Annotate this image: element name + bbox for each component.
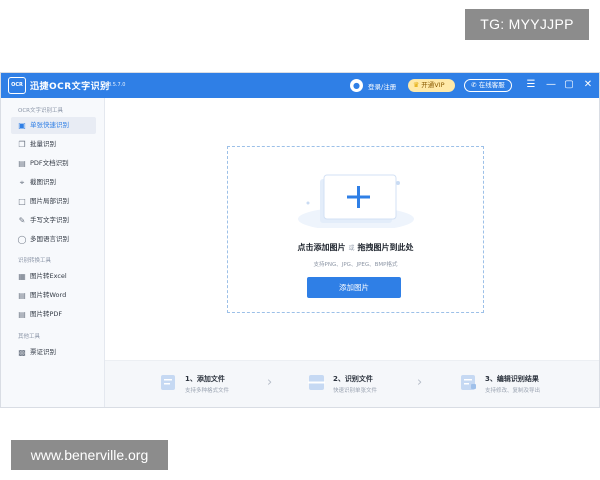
sidebar-section-title: 识别转换工具 — [18, 258, 52, 264]
file-drop-zone[interactable]: 点击添加图片或拖拽图片到此处 支持PNG、JPG、JPEG、BMP格式 添加图片 — [227, 146, 484, 313]
add-image-illustration — [294, 173, 419, 228]
online-service-button[interactable]: ✆ 在线客服 — [464, 79, 512, 92]
sidebar-section-title: OCR文字识别工具 — [18, 108, 63, 114]
chevron-right-icon: › — [417, 375, 423, 390]
crop-icon: ⌖ — [19, 178, 25, 187]
step-title: 3、编辑识别结果 — [485, 375, 539, 383]
partial-select-icon: □ — [18, 197, 26, 206]
drop-zone-title: 点击添加图片或拖拽图片到此处 — [228, 242, 483, 253]
pdf-convert-icon: ▤ — [18, 310, 26, 319]
ticket-icon: ▩ — [18, 348, 26, 357]
edit-result-icon — [459, 373, 478, 392]
sidebar-item-label: 多国语言识别 — [30, 235, 69, 243]
drop-title-click: 点击添加图片 — [297, 243, 346, 252]
maximize-icon[interactable]: ▢ — [562, 78, 576, 92]
add-image-button[interactable]: 添加图片 — [307, 277, 401, 298]
supported-formats: 支持PNG、JPG、JPEG、BMP格式 — [313, 262, 398, 268]
sidebar-item-excel[interactable]: ▦ 图片转Excel — [11, 268, 96, 285]
sidebar-item-label: 图片转PDF — [30, 310, 63, 318]
sidebar-item-ticket[interactable]: ▩ 票证识别 — [11, 344, 96, 361]
handwriting-icon: ✎ — [18, 216, 26, 225]
globe-icon: ◯ — [17, 235, 27, 244]
pdf-icon: ▤ — [18, 159, 26, 168]
steps-bar: 1、添加文件 支持多种格式文件 › 2、识别文件 快速识别单张文件 › 3、编辑… — [105, 360, 599, 407]
app-version: v8.5.7.0 — [105, 82, 126, 88]
crown-icon: ♛ — [413, 81, 420, 89]
drop-title-or: 或 — [348, 245, 355, 252]
sidebar-item-multilang[interactable]: ◯ 多国语言识别 — [11, 231, 96, 248]
vip-button[interactable]: ♛ 开通VIP — [408, 79, 455, 92]
login-link[interactable]: 登录/注册 — [368, 81, 396, 91]
user-avatar-icon[interactable]: ● — [350, 79, 363, 92]
sidebar-item-label: 手写文字识别 — [30, 216, 69, 224]
sidebar-item-partial[interactable]: □ 图片局部识别 — [11, 193, 96, 210]
watermark-top: TG: MYYJJPP — [465, 9, 589, 40]
sidebar: OCR文字识别工具 ▣ 单张快速识别 ❐ 批量识别 ▤ PDF文档识别 ⌖ 截图… — [1, 98, 105, 407]
sidebar-item-label: 图片局部识别 — [30, 197, 69, 205]
chevron-right-icon: › — [267, 375, 273, 390]
minimize-icon[interactable]: — — [544, 78, 558, 92]
drop-title-drag: 拖拽图片到此处 — [357, 243, 414, 252]
sidebar-item-word[interactable]: ▤ 图片转Word — [11, 287, 96, 304]
sidebar-item-batch[interactable]: ❐ 批量识别 — [11, 136, 96, 153]
sidebar-item-label: 截图识别 — [30, 178, 56, 186]
vip-label: 开通VIP — [421, 81, 445, 89]
app-window: OCR 迅捷OCR文字识别 v8.5.7.0 ● 登录/注册 ♛ 开通VIP ✆ … — [0, 72, 600, 408]
sidebar-item-single-recognition[interactable]: ▣ 单张快速识别 — [11, 117, 96, 134]
word-icon: ▤ — [18, 291, 26, 300]
main-panel: 点击添加图片或拖拽图片到此处 支持PNG、JPG、JPEG、BMP格式 添加图片… — [105, 98, 599, 407]
watermark-bottom: www.benerville.org — [11, 440, 168, 470]
step-desc: 快速识别单张文件 — [333, 388, 378, 394]
step-title: 1、添加文件 — [185, 375, 225, 383]
app-logo: OCR — [8, 77, 26, 94]
step-title: 2、识别文件 — [333, 375, 373, 383]
recognize-file-icon — [307, 373, 326, 392]
menu-icon[interactable]: ☰ — [524, 78, 538, 92]
sidebar-item-label: 单张快速识别 — [30, 121, 69, 129]
sidebar-item-label: 图片转Word — [30, 291, 67, 299]
sidebar-item-label: 图片转Excel — [30, 272, 67, 280]
single-image-icon: ▣ — [18, 121, 26, 130]
online-service-label: 在线客服 — [478, 81, 505, 89]
step-desc: 支持多种格式文件 — [185, 388, 230, 394]
sidebar-item-screenshot[interactable]: ⌖ 截图识别 — [11, 174, 96, 191]
sidebar-item-label: 批量识别 — [30, 140, 56, 148]
screenshot-page: TG: MYYJJPP OCR 迅捷OCR文字识别 v8.5.7.0 ● 登录/… — [0, 0, 600, 480]
batch-icon: ❐ — [18, 140, 26, 149]
step-desc: 支持修改、复制及导出 — [485, 388, 541, 394]
app-title: 迅捷OCR文字识别 — [30, 82, 110, 92]
close-icon[interactable]: ✕ — [581, 78, 595, 92]
sidebar-item-pdf[interactable]: ▤ PDF文档识别 — [11, 155, 96, 172]
title-bar[interactable]: OCR 迅捷OCR文字识别 v8.5.7.0 ● 登录/注册 ♛ 开通VIP ✆ … — [1, 73, 599, 98]
headset-icon: ✆ — [471, 81, 477, 89]
excel-icon: ▦ — [18, 272, 26, 281]
sidebar-section-title: 其他工具 — [18, 334, 41, 340]
sidebar-item-label: PDF文档识别 — [30, 159, 69, 167]
sidebar-item-label: 票证识别 — [30, 348, 56, 356]
sidebar-item-pdf-convert[interactable]: ▤ 图片转PDF — [11, 306, 96, 323]
sidebar-item-handwriting[interactable]: ✎ 手写文字识别 — [11, 212, 96, 229]
add-file-icon — [159, 373, 178, 392]
